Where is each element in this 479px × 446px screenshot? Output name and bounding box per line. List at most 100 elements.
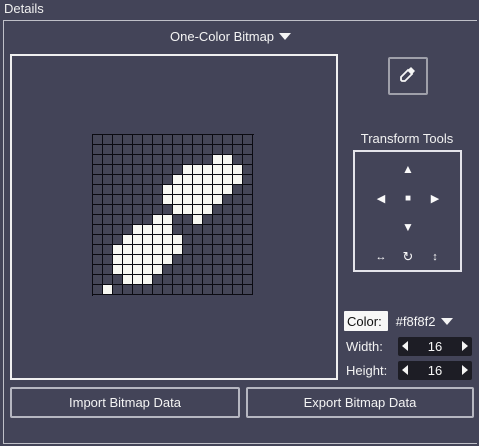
pixel-cell[interactable] [173,225,183,235]
pixel-cell[interactable] [163,195,173,205]
pixel-cell[interactable] [153,265,163,275]
pixel-cell[interactable] [243,215,253,225]
pixel-cell[interactable] [123,215,133,225]
pixel-cell[interactable] [113,175,123,185]
pixel-cell[interactable] [183,255,193,265]
pixel-cell[interactable] [193,205,203,215]
pixel-cell[interactable] [173,275,183,285]
pixel-cell[interactable] [113,165,123,175]
pixel-cell[interactable] [233,205,243,215]
pixel-cell[interactable] [243,265,253,275]
pixel-cell[interactable] [113,185,123,195]
pixel-cell[interactable] [193,265,203,275]
pixel-cell[interactable] [93,155,103,165]
pixel-cell[interactable] [243,235,253,245]
pixel-cell[interactable] [213,155,223,165]
pixel-cell[interactable] [183,195,193,205]
pixel-cell[interactable] [203,275,213,285]
pixel-cell[interactable] [183,185,193,195]
pixel-cell[interactable] [233,175,243,185]
pixel-cell[interactable] [133,205,143,215]
pixel-cell[interactable] [173,135,183,145]
pixel-cell[interactable] [93,255,103,265]
pixel-cell[interactable] [153,255,163,265]
pixel-cell[interactable] [193,275,203,285]
pixel-cell[interactable] [233,275,243,285]
pixel-cell[interactable] [243,175,253,185]
pixel-cell[interactable] [113,195,123,205]
width-stepper[interactable]: 16 [398,336,472,356]
pixel-cell[interactable] [223,135,233,145]
pixel-cell[interactable] [143,245,153,255]
pixel-cell[interactable] [243,145,253,155]
pixel-cell[interactable] [193,175,203,185]
pixel-cell[interactable] [133,145,143,155]
pixel-cell[interactable] [123,265,133,275]
pixel-cell[interactable] [103,185,113,195]
pixel-cell[interactable] [103,175,113,185]
pixel-cell[interactable] [233,145,243,155]
pixel-cell[interactable] [143,165,153,175]
pixel-cell[interactable] [143,185,153,195]
pixel-cell[interactable] [223,185,233,195]
pixel-cell[interactable] [223,265,233,275]
pixel-cell[interactable] [93,175,103,185]
pixel-cell[interactable] [183,225,193,235]
pixel-cell[interactable] [103,275,113,285]
pixel-cell[interactable] [153,245,163,255]
pixel-cell[interactable] [113,215,123,225]
pixel-cell[interactable] [93,235,103,245]
pixel-cell[interactable] [163,235,173,245]
pixel-cell[interactable] [173,215,183,225]
pixel-cell[interactable] [163,285,173,295]
pixel-cell[interactable] [133,225,143,235]
pixel-cell[interactable] [153,235,163,245]
pixel-cell[interactable] [223,205,233,215]
pixel-cell[interactable] [123,225,133,235]
pixel-cell[interactable] [133,255,143,265]
pixel-cell[interactable] [203,265,213,275]
pixel-cell[interactable] [173,155,183,165]
pixel-cell[interactable] [123,245,133,255]
pixel-cell[interactable] [113,145,123,155]
pixel-cell[interactable] [213,225,223,235]
import-bitmap-button[interactable]: Import Bitmap Data [10,387,240,418]
pixel-cell[interactable] [243,225,253,235]
increment-icon[interactable] [462,365,468,375]
pixel-cell[interactable] [123,285,133,295]
pixel-cell[interactable] [103,145,113,155]
pixel-cell[interactable] [123,275,133,285]
pixel-cell[interactable] [183,145,193,155]
pixel-cell[interactable] [233,215,243,225]
pixel-cell[interactable] [143,215,153,225]
shift-right-button[interactable]: ▶ [425,189,445,207]
pixel-cell[interactable] [223,285,233,295]
pixel-cell[interactable] [213,245,223,255]
pixel-cell[interactable] [143,175,153,185]
pixel-cell[interactable] [93,195,103,205]
pixel-cell[interactable] [243,165,253,175]
pixel-cell[interactable] [183,285,193,295]
pixel-cell[interactable] [183,205,193,215]
bitmap-canvas[interactable] [10,54,338,380]
pixel-cell[interactable] [143,285,153,295]
pixel-cell[interactable] [213,145,223,155]
pixel-cell[interactable] [203,145,213,155]
pixel-cell[interactable] [153,285,163,295]
pixel-cell[interactable] [123,155,133,165]
pixel-cell[interactable] [173,175,183,185]
pixel-cell[interactable] [133,275,143,285]
pixel-cell[interactable] [203,155,213,165]
pixel-cell[interactable] [213,235,223,245]
pixel-cell[interactable] [213,265,223,275]
pixel-cell[interactable] [213,255,223,265]
eyedropper-button[interactable] [388,57,428,95]
pixel-cell[interactable] [123,145,133,155]
export-bitmap-button[interactable]: Export Bitmap Data [246,387,474,418]
pixel-cell[interactable] [213,285,223,295]
flip-vertical-button[interactable]: ↕ [425,248,445,266]
pixel-cell[interactable] [123,255,133,265]
pixel-cell[interactable] [203,205,213,215]
pixel-cell[interactable] [243,155,253,165]
pixel-cell[interactable] [173,185,183,195]
